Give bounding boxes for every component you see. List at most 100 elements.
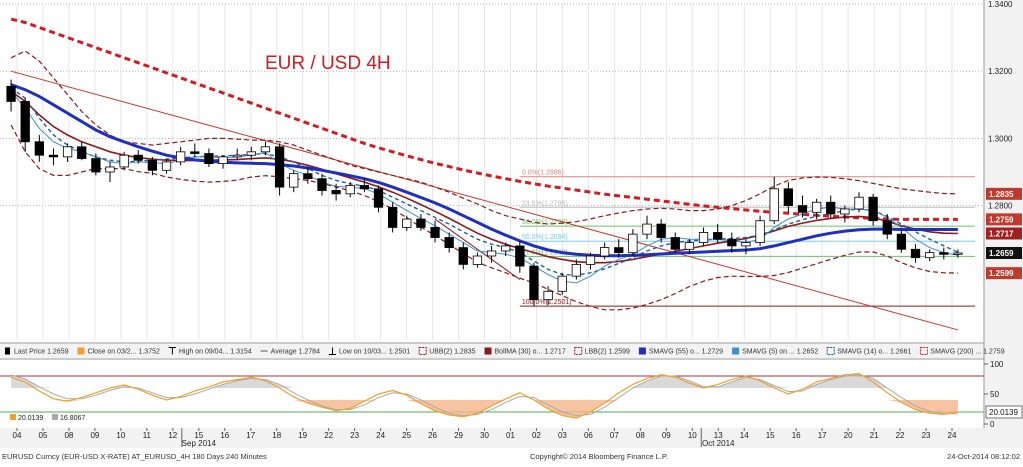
candle-body [797,205,808,213]
date-tick-label: 11 [143,431,152,440]
date-tick-label: 15 [766,431,775,440]
date-tick-label: 09 [662,431,671,440]
chart-title: EUR / USD 4H [265,53,391,74]
candle-body [303,173,313,180]
date-tick-label: 10 [116,431,125,440]
candle-body [939,252,949,255]
date-tick-label: 06 [584,431,593,440]
date-tick-label: 18 [272,431,281,440]
date-tick-label: 14 [740,431,749,440]
candle-body [741,242,751,247]
fib-level-label: 0.0%(1.2886) [522,170,564,177]
legend-item-label: SMAVG (5) on ... 1.2652 [742,349,818,356]
price-tag-label: 1.2717 [989,229,1014,238]
legend-item-label: High on 09/04... 1.3154 [179,349,252,356]
fib-level-label: 100.0%(1.2501) [522,299,572,306]
candle-body [557,275,567,292]
price-tick-label: 1.2800 [988,202,1013,211]
date-tick-label: 23 [350,431,359,440]
candle-body [472,255,483,265]
candle-body [811,201,822,213]
legend-item-label: BollMA (30) o... 1.2717 [495,349,566,356]
candle-body [105,166,115,173]
candle-body [854,196,864,210]
date-tick-label: 23 [922,431,931,440]
candle-body [133,154,143,161]
legend-strip: Last Price 1.2659 Close on 03/2... 1.3752… [5,347,1005,356]
candle-body [713,232,723,240]
candle-body [543,290,553,301]
candle-body [684,242,695,250]
candle-body [599,247,610,257]
candle-body [727,238,737,247]
candle-body [430,227,440,238]
candle-body [161,161,172,171]
date-tick-label: 20 [844,431,853,440]
date-tick-label: 04 [13,431,22,440]
price-tag-label: 1.2659 [989,249,1014,258]
candle-body [501,245,511,252]
candle-body [826,201,836,215]
candle-body [910,248,921,259]
candle-body [373,188,384,208]
legend-item-label: SMAVG (200) ... 1.2759 [930,349,1004,356]
candle-body [444,237,454,249]
month-label: Sep 2014 [182,439,217,448]
date-tick-label: 30 [480,431,489,440]
candle-body [670,237,680,250]
date-tick-label: 21 [870,431,879,440]
candle-body [345,185,355,195]
candle-body [402,218,412,228]
month-label: Oct 2014 [702,439,735,448]
candle-body [585,255,596,265]
legend-swatch [5,347,10,355]
date-tick-label: 17 [818,431,827,440]
date-tick-label: 07 [610,431,619,440]
candle-body [232,154,242,158]
candle-body [882,220,892,235]
candle-body [614,247,624,254]
footer-copyright: Copyright© 2014 Bloomberg Finance L.P. [530,452,668,461]
candle-body [147,159,158,171]
candle-body [755,220,765,243]
date-tick-label: 05 [39,431,48,440]
legend-item-label: Average 1.2784 [271,349,320,356]
date-tick-label: 09 [90,431,99,440]
date-tick-label: 03 [558,431,567,440]
candle-body [190,151,200,154]
date-tick-label: 10 [688,431,697,440]
footer-timestamp: 24-Oct-2014 08:12:02 [947,452,1020,461]
osc-tick-label: 50 [990,390,999,399]
candle-body [783,188,793,207]
date-tick-label: 26 [428,431,437,440]
date-tick-label: 08 [64,431,73,440]
candle-body [529,265,539,301]
date-tick-label: 16 [220,431,229,440]
candle-body [953,252,963,255]
candle-body [331,190,341,195]
eurusd-chart: 1.3400 1.3200 1.3000 1.2800 0.0%(1.2886) 23.… [0,0,1023,462]
candle-body [359,185,370,190]
candle-body [77,146,87,159]
date-tick-label: 24 [376,431,385,440]
candle-body [486,250,497,257]
osc-value-label: 16.8067 [60,415,85,422]
candle-body [840,208,850,215]
candle-body [515,245,525,267]
date-tick-label: 24 [948,431,957,440]
osc-value-swatch [10,414,16,420]
candle-body [868,196,878,222]
osc-tick-label: 100 [990,360,1004,369]
date-tick-label: 02 [532,431,541,440]
price-tag-label: 1.2599 [989,269,1014,278]
candle-body [176,151,186,163]
price-tag-label: 1.2835 [989,190,1014,199]
legend-item-label: Close on 03/2... 1.3752 [87,349,159,356]
candle-body [218,156,228,165]
date-tick-label: 08 [636,431,645,440]
price-tick-label: 1.3400 [988,0,1013,9]
legend-item-label: Last Price 1.2659 [14,349,69,356]
candle-body [204,153,214,165]
candle-body [119,154,129,168]
price-tick-label: 1.3200 [988,67,1013,76]
